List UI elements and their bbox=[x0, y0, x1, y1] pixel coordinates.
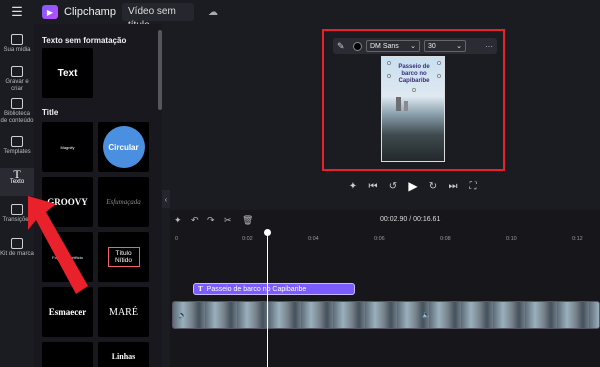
resize-handle[interactable] bbox=[387, 61, 391, 65]
preview-title-text[interactable]: Passeio de barco no Capibaribe bbox=[390, 64, 438, 85]
cloud-sync-icon[interactable]: ☁ bbox=[208, 7, 218, 18]
library-icon bbox=[11, 98, 23, 109]
title-tile-smoky[interactable]: Esfumaçada bbox=[98, 177, 149, 227]
menu-icon[interactable]: ☰ bbox=[0, 0, 34, 24]
font-value: DM Sans bbox=[370, 42, 399, 50]
clipchamp-editor: ☰ ▶ Clipchamp Vídeo sem título ☁ Sua míd… bbox=[0, 0, 600, 367]
timeline-tick: 0:02 bbox=[242, 236, 253, 242]
building-shape bbox=[396, 97, 401, 111]
building-shape bbox=[404, 101, 408, 111]
text-clip-icon: T bbox=[198, 285, 203, 293]
video-preview[interactable]: Passeio de barco no Capibaribe bbox=[381, 56, 445, 162]
timeline-tick: 0:06 bbox=[374, 236, 385, 242]
playhead-handle[interactable] bbox=[264, 229, 271, 236]
chevron-down-icon: ⌄ bbox=[456, 43, 462, 50]
skip-back-icon[interactable]: ⏮ bbox=[366, 180, 380, 192]
forward-5s-icon[interactable]: ↻ bbox=[426, 180, 440, 192]
text-icon: T bbox=[13, 167, 21, 181]
play-button[interactable]: ▶ bbox=[406, 179, 420, 193]
nav-content-library[interactable]: Biblioteca de conteúdo bbox=[0, 98, 34, 125]
nav-record-create[interactable]: Gravar e criar bbox=[0, 66, 34, 93]
collapse-panel-button[interactable]: ‹ bbox=[162, 190, 170, 208]
undo-icon[interactable]: ↶ bbox=[191, 215, 199, 226]
timeline-tick: 0:04 bbox=[308, 236, 319, 242]
title-tile-partial[interactable] bbox=[42, 342, 93, 367]
timeline-tick: 0:10 bbox=[506, 236, 517, 242]
font-size-value: 30 bbox=[428, 42, 436, 50]
magic-tools-icon[interactable]: ✦ bbox=[174, 215, 182, 226]
timeline-tick: 0 bbox=[175, 236, 179, 242]
top-bar: ☰ ▶ Clipchamp Vídeo sem título ☁ bbox=[0, 0, 600, 31]
resize-handle[interactable] bbox=[437, 61, 441, 65]
text-toolbar: ✎ DM Sans ⌄ 30 ⌄ ··· bbox=[333, 38, 497, 54]
playhead[interactable] bbox=[267, 230, 268, 367]
nav-label: Gravar e criar bbox=[5, 79, 29, 92]
resize-handle[interactable] bbox=[387, 74, 391, 78]
pen-icon[interactable]: ✎ bbox=[337, 41, 349, 52]
camera-icon bbox=[11, 66, 23, 77]
magic-icon[interactable]: ✦ bbox=[346, 180, 360, 192]
resize-handle[interactable] bbox=[437, 74, 441, 78]
nav-label: Templates bbox=[3, 149, 31, 155]
font-select[interactable]: DM Sans ⌄ bbox=[366, 40, 420, 52]
folder-icon bbox=[11, 34, 23, 45]
chevron-down-icon: ⌄ bbox=[410, 43, 416, 50]
title-tile-lines[interactable]: Linhas bbox=[98, 342, 149, 367]
annotation-arrow bbox=[28, 196, 88, 294]
title-tile-circular[interactable]: Circular bbox=[98, 122, 149, 172]
font-size-select[interactable]: 30 ⌄ bbox=[424, 40, 466, 52]
section-heading-plain: Texto sem formatação bbox=[42, 36, 127, 45]
nav-label: Texto bbox=[9, 179, 25, 185]
circular-label: Circular bbox=[102, 126, 145, 168]
volume-icon[interactable]: 🔈 bbox=[178, 311, 187, 319]
timecode: 00:02.90 / 00:16.61 bbox=[380, 216, 441, 223]
timeline-tick: 0:12 bbox=[572, 236, 583, 242]
nav-label: Biblioteca de conteúdo bbox=[0, 111, 34, 124]
app-name: Clipchamp bbox=[64, 6, 116, 18]
volume-icon[interactable]: 🔈 bbox=[422, 311, 431, 319]
text-color-swatch[interactable] bbox=[353, 41, 362, 51]
section-heading-title: Title bbox=[42, 108, 59, 117]
scissors-icon[interactable]: ✂ bbox=[224, 215, 232, 226]
nav-templates[interactable]: Templates bbox=[0, 136, 34, 156]
sharp-label: Título Nítido bbox=[107, 247, 140, 267]
nav-your-media[interactable]: Sua mídia bbox=[0, 34, 34, 54]
skip-forward-icon[interactable]: ⏭ bbox=[446, 180, 460, 192]
fullscreen-icon[interactable]: ⛶ bbox=[466, 180, 480, 192]
title-tile-tide[interactable]: MARÉ bbox=[98, 287, 149, 337]
video-clip[interactable] bbox=[172, 301, 600, 329]
rotate-handle[interactable] bbox=[412, 88, 416, 92]
text-clip-label: Passeio de barco no Capibaribe bbox=[206, 285, 307, 293]
arrow-shape bbox=[28, 196, 88, 294]
text-clip[interactable]: T Passeio de barco no Capibaribe bbox=[193, 283, 355, 295]
templates-icon bbox=[11, 136, 23, 147]
title-tile-magnify[interactable]: Magnify bbox=[42, 122, 93, 172]
delete-icon[interactable]: 🗑 bbox=[242, 215, 253, 226]
video-title-input[interactable]: Vídeo sem título bbox=[122, 3, 194, 31]
redo-icon[interactable]: ↷ bbox=[207, 215, 215, 226]
more-options-icon[interactable]: ··· bbox=[485, 42, 493, 51]
title-tile-sharp[interactable]: Título Nítido bbox=[98, 232, 149, 282]
nav-label: Sua mídia bbox=[3, 47, 31, 53]
timeline-tick: 0:08 bbox=[440, 236, 451, 242]
text-tile-plain[interactable]: Text bbox=[42, 48, 93, 98]
clipchamp-logo: ▶ bbox=[42, 5, 58, 19]
rewind-5s-icon[interactable]: ↺ bbox=[386, 180, 400, 192]
panel-scrollbar[interactable] bbox=[158, 30, 162, 110]
